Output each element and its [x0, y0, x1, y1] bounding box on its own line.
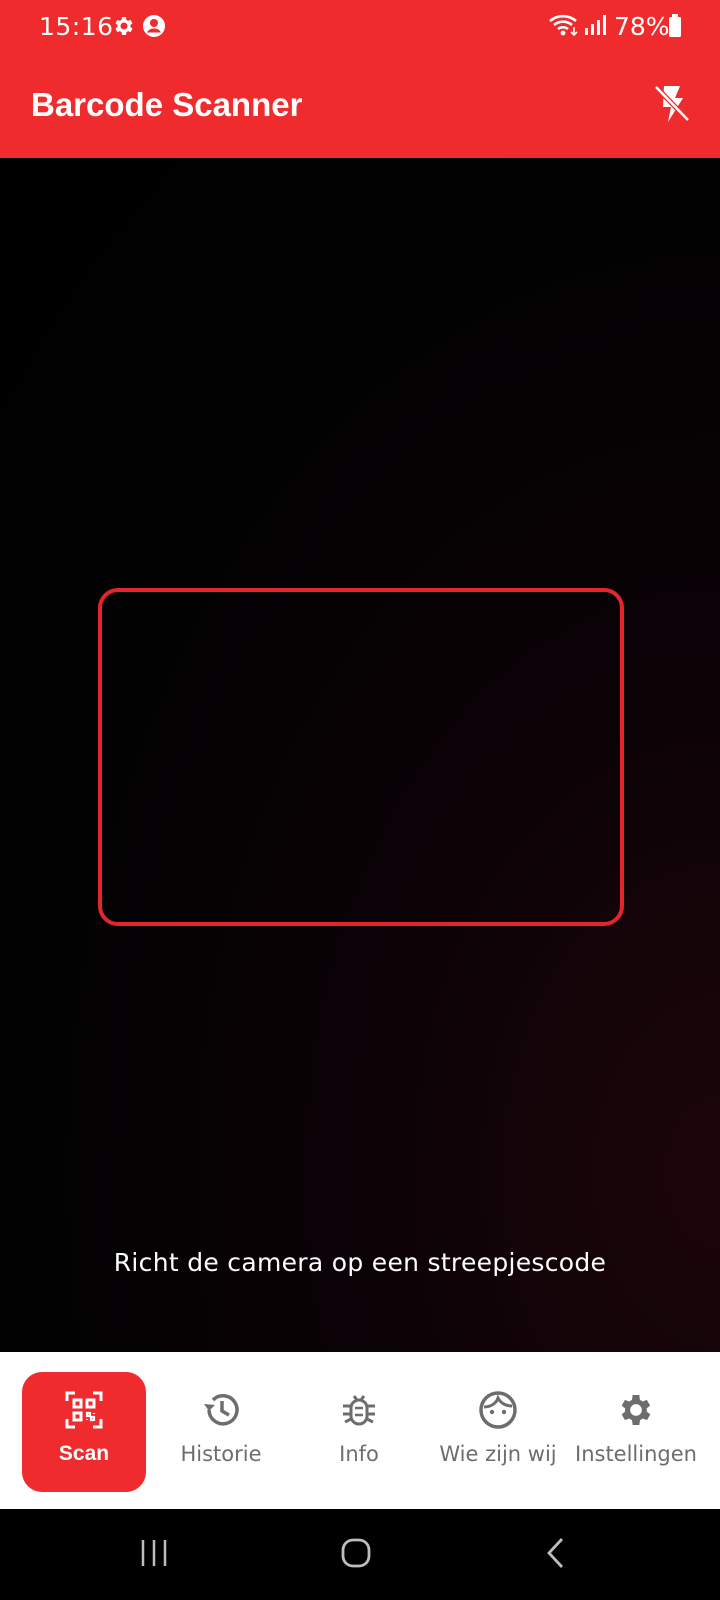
wifi-icon: [548, 12, 580, 43]
status-bar: 15:16 78%: [0, 0, 720, 52]
history-icon: [201, 1390, 241, 1430]
face-icon: [478, 1390, 518, 1430]
nav-item-info[interactable]: Info: [297, 1372, 421, 1492]
flash-off-icon: [654, 85, 690, 122]
nav-item-historie[interactable]: Historie: [159, 1372, 283, 1492]
home-icon: [341, 1538, 371, 1568]
bug-icon: [339, 1390, 379, 1430]
scan-hint: Richt de camera op een streepjescode: [113, 1248, 607, 1277]
nav-item-wie-zijn-wij[interactable]: Wie zijn wij: [436, 1372, 560, 1492]
account-icon: [142, 14, 166, 43]
nav-label-instellingen: Instellingen: [575, 1442, 697, 1466]
scan-frame: [98, 588, 624, 926]
gear-icon: [616, 1390, 656, 1430]
home-button[interactable]: [340, 1537, 372, 1574]
app-bar: Barcode Scanner: [0, 52, 720, 158]
back-icon: [547, 1538, 564, 1568]
nav-item-scan[interactable]: Scan: [22, 1372, 146, 1492]
nav-item-instellingen[interactable]: Instellingen: [574, 1372, 698, 1492]
battery-percent: 78%: [614, 12, 670, 41]
recents-button[interactable]: [138, 1537, 170, 1574]
system-navigation-bar: [0, 1509, 720, 1600]
status-time: 15:16: [39, 12, 114, 41]
gear-icon: [112, 14, 136, 43]
recents-icon: [141, 1540, 167, 1566]
camera-preview[interactable]: Richt de camera op een streepjescode: [0, 158, 720, 1352]
signal-icon: [583, 14, 609, 41]
bottom-navigation: Scan Historie Info Wie zijn wij Instelli…: [0, 1352, 720, 1509]
battery-icon: [668, 14, 682, 43]
back-button[interactable]: [544, 1537, 568, 1574]
flash-toggle-button[interactable]: [652, 82, 692, 126]
qr-scan-icon: [64, 1390, 104, 1430]
app-title: Barcode Scanner: [31, 86, 303, 123]
